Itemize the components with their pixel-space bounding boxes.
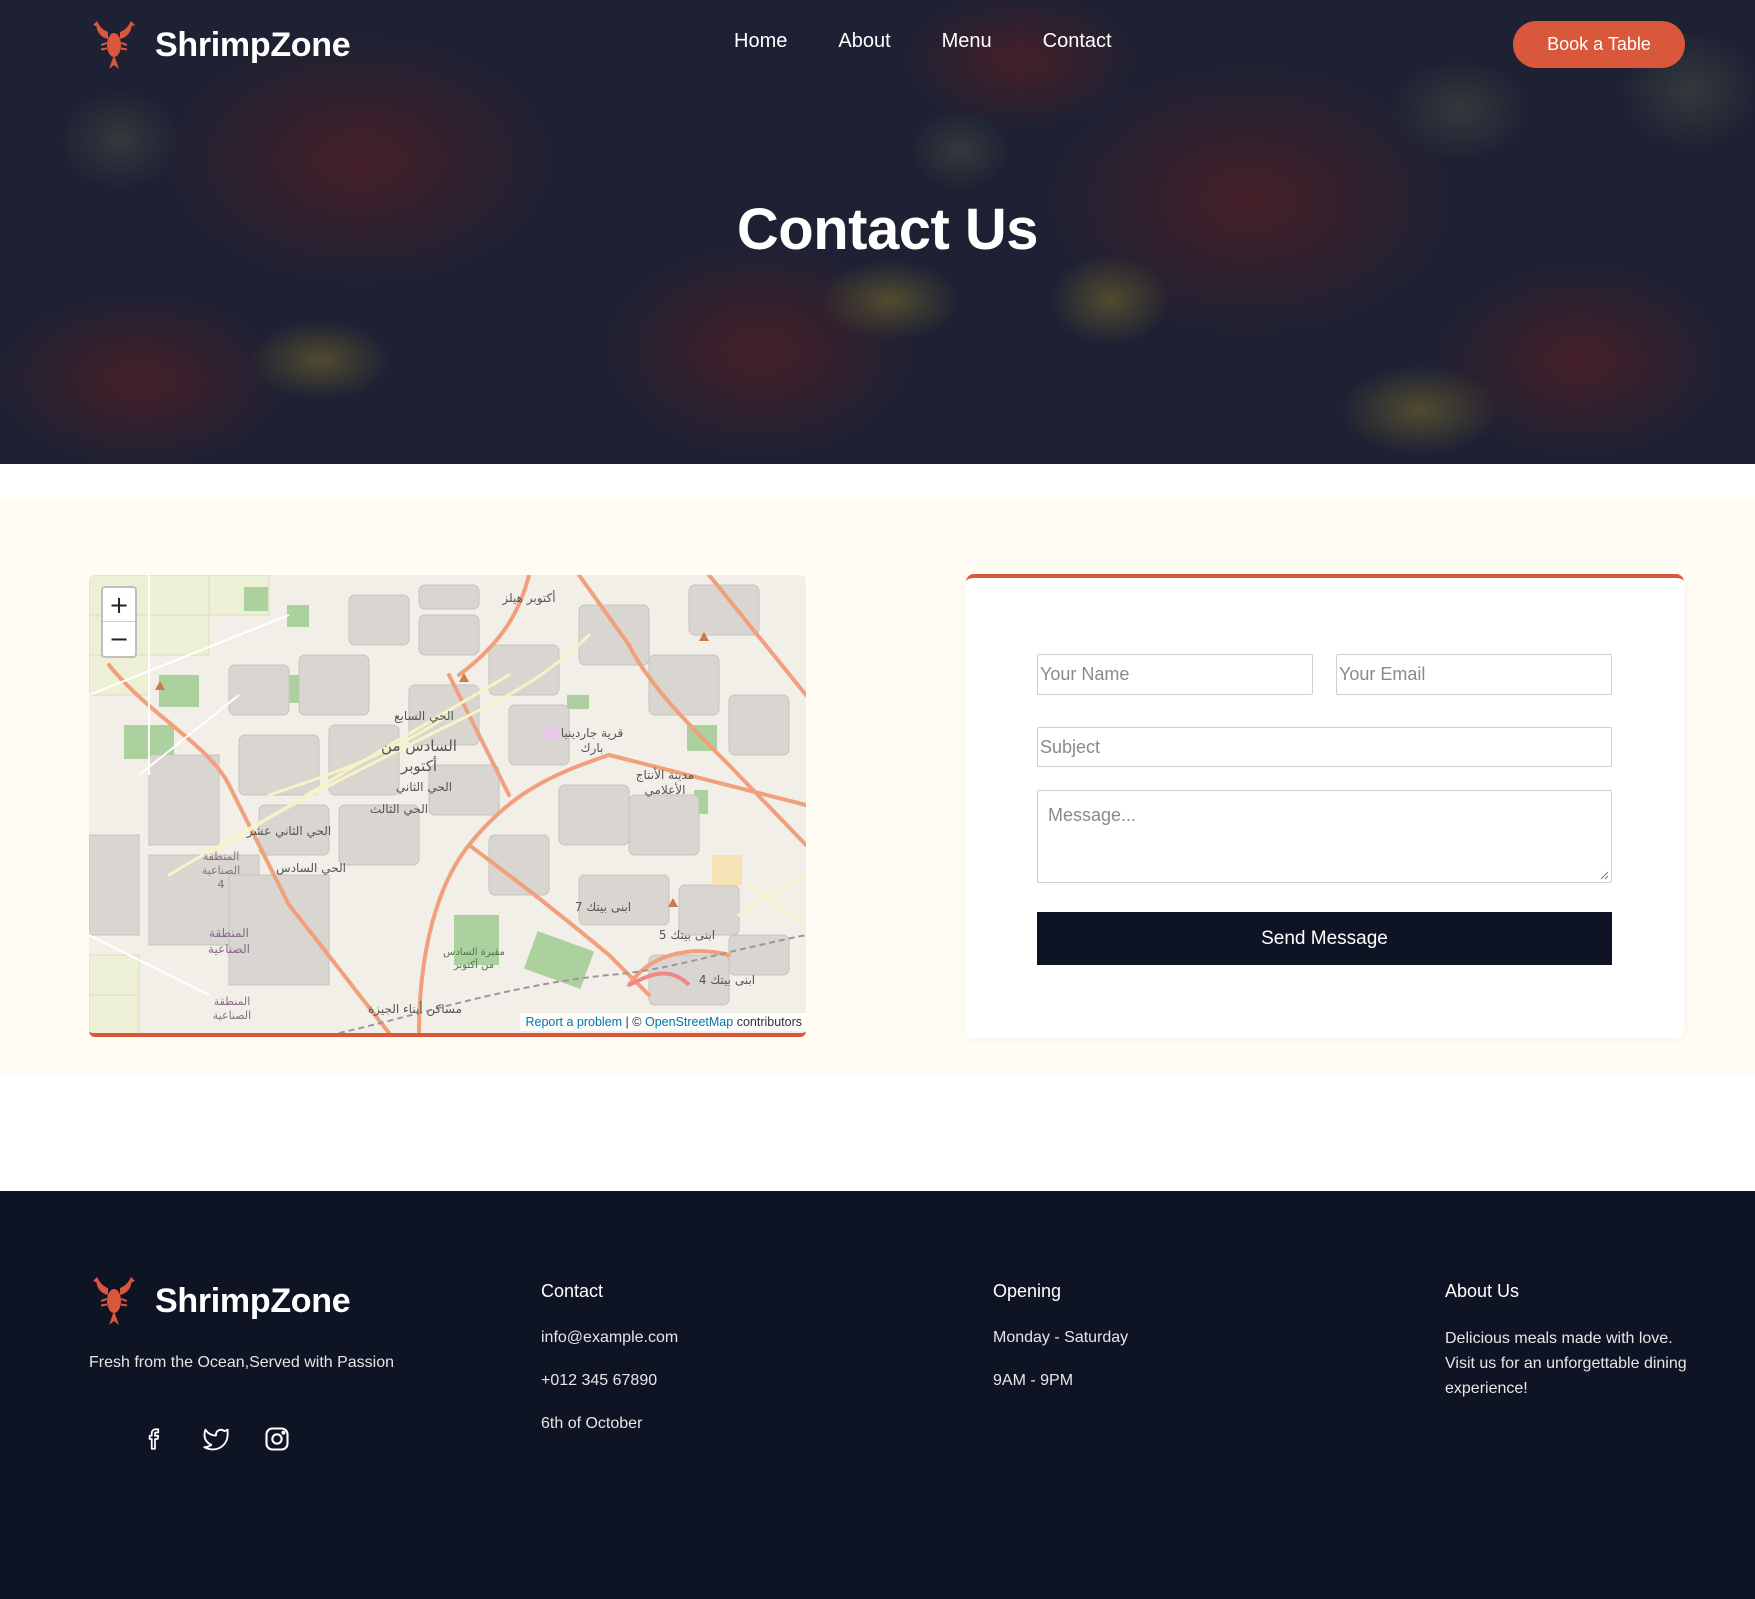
footer-opening-hours: 9AM - 9PM [993,1372,1074,1389]
lobster-logo-icon [93,1277,135,1325]
nav-menu[interactable]: Menu [942,30,992,53]
book-table-button[interactable]: Book a Table [1513,21,1685,68]
map-attribution: Report a problem | © OpenStreetMap contr… [519,1013,806,1031]
facebook-icon[interactable] [140,1424,170,1454]
footer-email[interactable]: info@example.com [541,1329,678,1347]
attribution-separator: | © [622,1015,645,1029]
social-links [140,1424,323,1454]
map-zoom-in-button[interactable]: + [103,588,135,622]
map-label: الصناعية [208,942,250,956]
footer-opening-days: Monday - Saturday [993,1329,1129,1346]
map-label: أكتوبر [400,756,437,775]
footer-contact-column: Contact [541,1281,603,1302]
lobster-logo-icon [93,21,135,69]
map-label: المنطقة [209,926,249,940]
map-label: الأعلامي [645,782,686,797]
message-placeholder: Message... [1048,805,1137,825]
map-label: 4 [218,878,225,891]
navbar: ShrimpZone Home About Menu Contact Book … [0,0,1755,90]
map-zoom-out-button[interactable]: − [103,622,135,656]
map-label: ابنى بيتك 7 [575,900,631,914]
map-label: السادس من [381,737,457,755]
footer-phone[interactable]: +012 345 67890 [541,1372,657,1390]
map-label: الصناعية [213,1009,251,1022]
map-label: مدينة الأنتاج [636,767,694,782]
nav-about[interactable]: About [838,30,890,53]
message-textarea[interactable]: Message... [1037,790,1612,883]
nav-links: Home About Menu Contact [734,30,1112,53]
footer-opening-heading: Opening [993,1281,1062,1301]
map-label: ابنى بيتك 5 [659,928,715,942]
footer-about-text: Delicious meals made with love. Visit us… [1445,1330,1687,1397]
map-zoom-control: + − [101,586,137,658]
openstreetmap-link[interactable]: OpenStreetMap [645,1015,733,1029]
map-label: مساكن أبناء الجيزة [368,1001,462,1017]
footer: ShrimpZone Fresh from the Ocean,Served w… [0,1191,1755,1599]
report-problem-link[interactable]: Report a problem [526,1015,623,1029]
map-label: المنطقة [214,995,251,1008]
footer-brand[interactable]: ShrimpZone [89,1275,351,1327]
resize-grip-icon[interactable] [1600,871,1609,880]
footer-address: 6th of October [541,1415,643,1432]
map-label: الحي السادس [276,861,346,876]
map-label: ابنى بيتك 4 [699,973,755,987]
nav-home[interactable]: Home [734,30,787,53]
map[interactable]: أكتوبر هيلز الحي السابع السادس من أكتوبر… [89,575,806,1037]
map-label: بارك [581,741,604,756]
subject-input[interactable]: Subject [1037,727,1612,767]
twitter-icon[interactable] [201,1424,231,1454]
map-label: من أكتوبر [453,958,494,971]
map-label: الحي السابع [394,709,454,723]
footer-opening-column: Opening [993,1281,1061,1302]
hero-section: ShrimpZone Home About Menu Contact Book … [0,0,1755,464]
map-label: الصناعية [202,864,240,877]
page-title: Contact Us [736,197,1039,262]
brand-name: ShrimpZone [155,25,351,64]
map-label: قرية جاردينيا [561,726,623,741]
name-input[interactable]: Your Name [1037,654,1313,695]
map-label: الحي الثاني [396,780,452,794]
map-label: الحي الثالث [370,802,428,816]
instagram-icon[interactable] [262,1424,292,1454]
footer-about-heading: About Us [1445,1281,1520,1301]
contact-form: Your Name Your Email Subject Message... … [966,574,1684,1038]
footer-tagline: Fresh from the Ocean,Served with Passion [89,1354,395,1371]
map-label: مقبرة السادس [443,947,505,958]
nav-contact[interactable]: Contact [1043,30,1112,53]
map-label: المنطقة [203,850,240,863]
map-tiles[interactable]: أكتوبر هيلز الحي السابع السادس من أكتوبر… [89,575,806,1033]
footer-brand-name: ShrimpZone [155,1281,351,1320]
attribution-suffix: contributors [733,1015,802,1029]
map-label: الحي الثاني عشر [246,824,331,839]
brand[interactable]: ShrimpZone [89,18,351,72]
footer-contact-heading: Contact [541,1281,604,1301]
send-message-button[interactable]: Send Message [1037,912,1612,965]
email-input[interactable]: Your Email [1336,654,1612,695]
map-label: أكتوبر هيلز [501,590,555,606]
footer-about-column: About Us [1445,1281,1519,1302]
